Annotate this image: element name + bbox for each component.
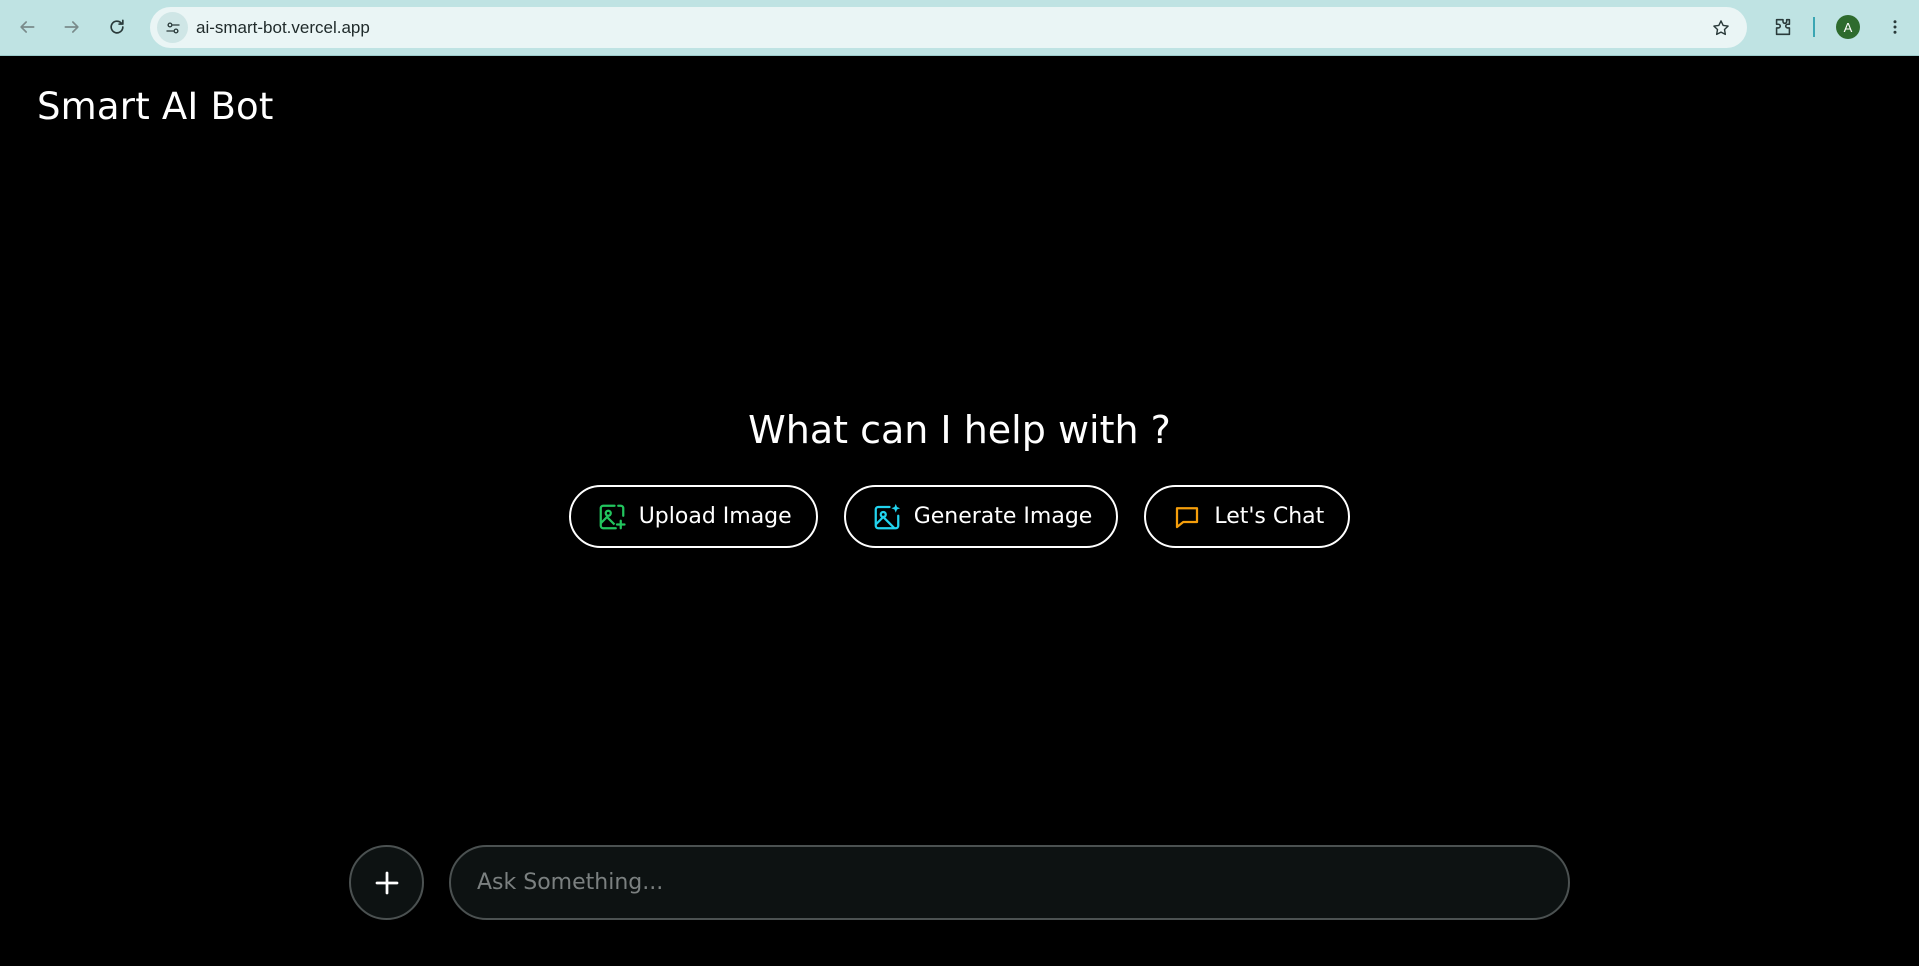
more-menu-button[interactable] [1880, 12, 1910, 42]
app-title: Smart AI Bot [37, 85, 274, 128]
upload-image-label: Upload Image [638, 504, 792, 529]
generate-image-button[interactable]: Generate Image [843, 485, 1119, 548]
url-text[interactable]: ai-smart-bot.vercel.app [196, 18, 370, 38]
plus-icon [375, 871, 398, 894]
generate-image-label: Generate Image [913, 504, 1093, 529]
image-plus-icon [597, 502, 627, 532]
message-composer [0, 845, 1919, 921]
toolbar-divider [1813, 17, 1815, 37]
bookmark-star-icon [1713, 20, 1729, 36]
hero-heading: What can I help with ? [748, 408, 1171, 452]
quick-actions: Upload Image Generate Image Let's Chat [0, 485, 1919, 548]
more-menu-icon [1893, 20, 1897, 34]
browser-toolbar: ai-smart-bot.vercel.app A [0, 0, 1919, 56]
back-button[interactable] [10, 10, 44, 44]
extensions-icon [1775, 18, 1791, 36]
reload-button[interactable] [100, 10, 134, 44]
chat-bubble-icon [1172, 502, 1202, 532]
app-page: Smart AI Bot What can I help with ? Uplo… [0, 57, 1919, 966]
profile-avatar[interactable]: A [1836, 15, 1860, 39]
attach-button[interactable] [349, 845, 424, 920]
site-info-icon [165, 21, 180, 34]
back-icon [20, 21, 35, 33]
forward-button[interactable] [55, 10, 89, 44]
prompt-input[interactable] [451, 847, 1568, 918]
upload-image-button[interactable]: Upload Image [568, 485, 818, 548]
address-bar[interactable]: ai-smart-bot.vercel.app [150, 7, 1747, 48]
forward-icon [64, 21, 79, 33]
extensions-button[interactable] [1766, 10, 1800, 44]
bookmark-button[interactable] [1709, 16, 1733, 40]
site-info-button[interactable] [157, 12, 188, 43]
reload-icon [110, 19, 124, 34]
prompt-input-wrapper [449, 845, 1570, 920]
lets-chat-label: Let's Chat [1214, 504, 1325, 529]
lets-chat-button[interactable]: Let's Chat [1144, 485, 1351, 548]
image-sparkle-icon [872, 502, 902, 532]
